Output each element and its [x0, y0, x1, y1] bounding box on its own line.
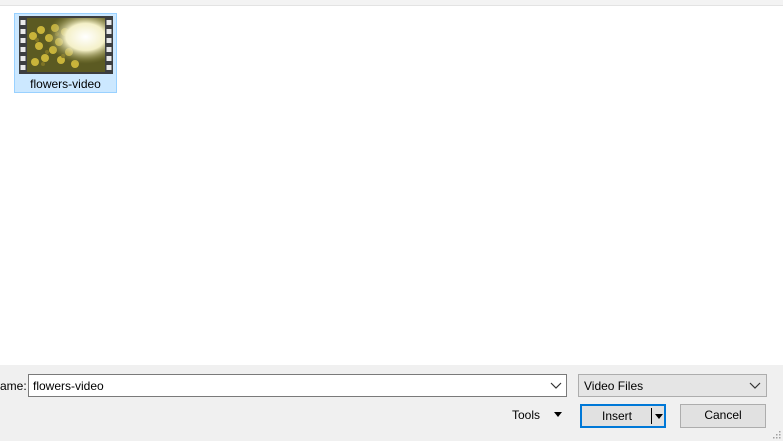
split-divider: [651, 408, 652, 424]
file-list-pane[interactable]: flowers-video: [0, 6, 783, 365]
dropdown-arrow-icon[interactable]: [655, 414, 663, 419]
file-name-combobox[interactable]: flowers-video: [28, 374, 567, 397]
video-thumbnail-icon: [19, 16, 113, 74]
file-type-select[interactable]: Video Files: [578, 374, 767, 397]
insert-label: Insert: [601, 409, 632, 423]
tools-label: Tools: [512, 408, 541, 422]
file-item-flowers-video[interactable]: flowers-video: [14, 13, 117, 93]
file-name-label: ame:: [0, 379, 27, 393]
resize-grip-icon[interactable]: [771, 429, 781, 439]
insert-video-dialog: flowers-video ame: flowers-video Video F…: [0, 0, 783, 441]
cancel-button[interactable]: Cancel: [680, 404, 766, 428]
insert-button[interactable]: Insert: [580, 404, 666, 428]
tools-menu-button[interactable]: Tools: [504, 403, 570, 427]
chevron-down-icon[interactable]: [549, 378, 563, 392]
dropdown-arrow-icon: [554, 412, 562, 417]
file-item-label: flowers-video: [30, 77, 101, 91]
file-name-input[interactable]: flowers-video: [33, 379, 104, 393]
file-type-value: Video Files: [584, 379, 644, 393]
chevron-down-icon: [749, 382, 761, 389]
